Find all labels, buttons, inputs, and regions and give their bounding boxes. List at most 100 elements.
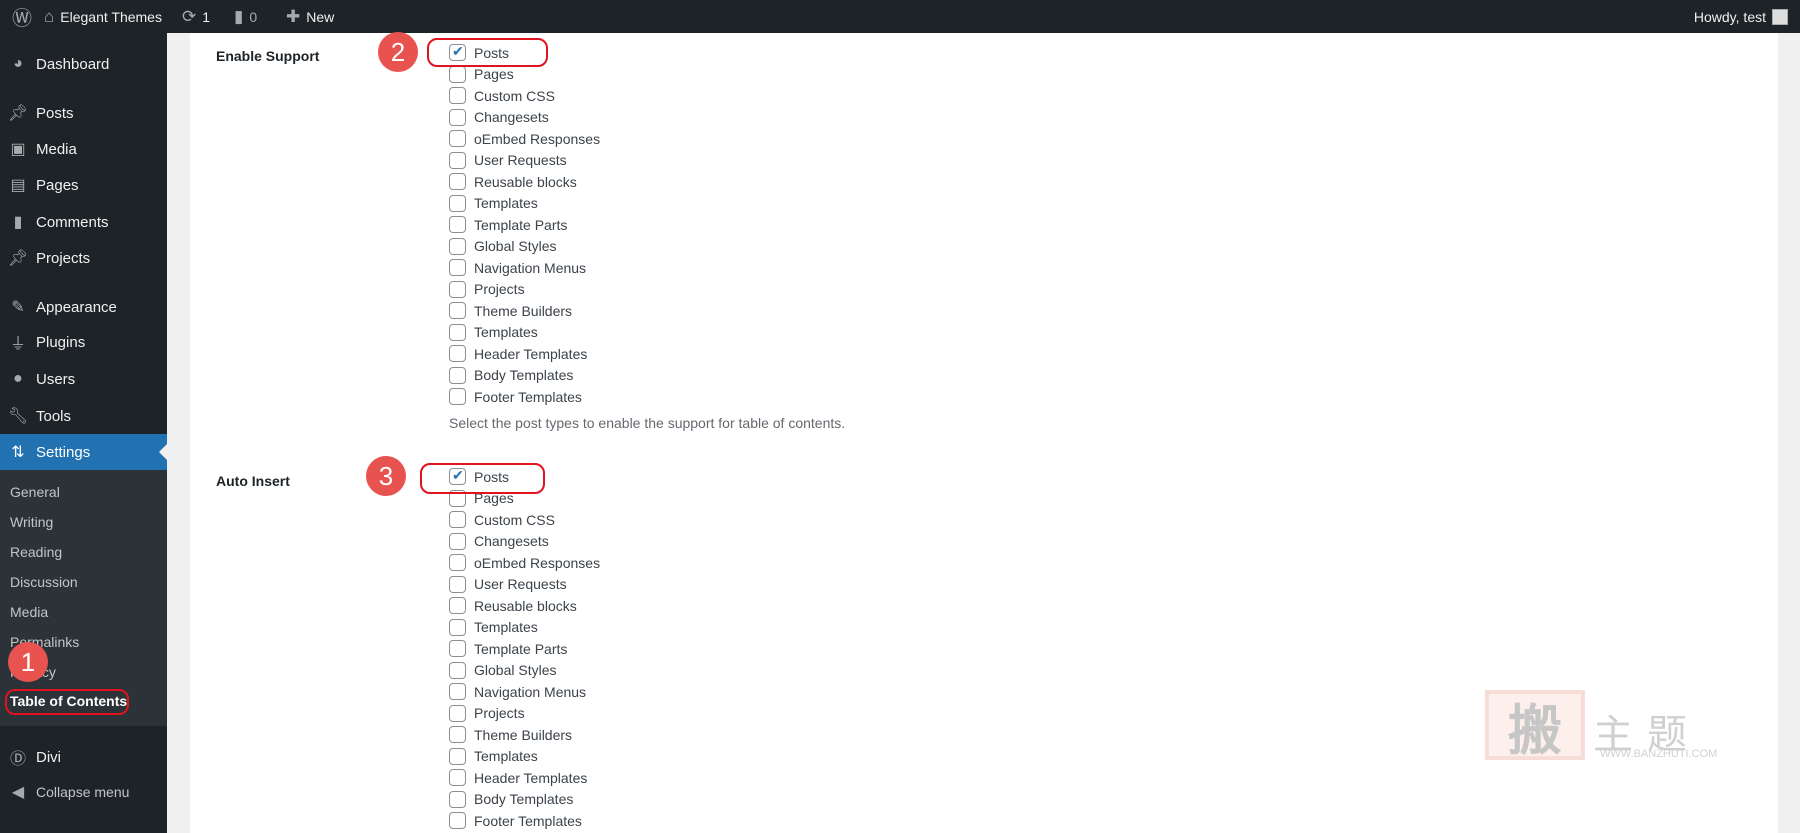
checkbox-enable-support-reusable-blocks[interactable]: Reusable blocks [449, 173, 577, 190]
checkbox-enable-support-footer-templates[interactable]: Footer Templates [449, 388, 582, 405]
checkbox-auto-insert-template-parts[interactable]: Template Parts [449, 640, 567, 657]
sidebar-item-media[interactable]: ▣ Media [0, 131, 167, 167]
checkbox-box[interactable] [449, 812, 466, 829]
checkbox-box[interactable] [449, 302, 466, 319]
checkbox-auto-insert-global-styles[interactable]: Global Styles [449, 661, 556, 679]
checkbox-auto-insert-footer-templates[interactable]: Footer Templates [449, 812, 582, 829]
checkbox-label: Header Templates [474, 769, 588, 786]
submenu-media[interactable]: Media [10, 604, 48, 620]
submenu-general[interactable]: General [10, 484, 60, 500]
submenu-reading[interactable]: Reading [10, 544, 62, 560]
checkbox-box[interactable] [449, 216, 466, 233]
checkbox-auto-insert-templates[interactable]: Templates [449, 618, 538, 636]
checkbox-enable-support-template-parts[interactable]: Template Parts [449, 216, 567, 233]
checkbox-box[interactable] [449, 554, 466, 571]
account-menu[interactable]: Howdy, test [1694, 0, 1788, 33]
wordpress-logo-icon[interactable]: Ⓦ [12, 0, 32, 33]
sidebar-item-users[interactable]: ● Users [0, 361, 167, 397]
updates-link[interactable]: ⟳ 1 [182, 0, 210, 33]
avatar [1772, 8, 1788, 25]
checkbox-auto-insert-theme-builders[interactable]: Theme Builders [449, 726, 572, 743]
checkbox-box[interactable] [449, 511, 466, 528]
submenu-writing[interactable]: Writing [10, 514, 53, 530]
checkbox-box[interactable] [449, 618, 466, 636]
sidebar-item-comments[interactable]: ▮ Comments [0, 204, 167, 240]
checkbox-box[interactable] [449, 108, 466, 126]
new-content-link[interactable]: ✚ New [286, 0, 334, 33]
plus-icon: ✚ [286, 6, 301, 26]
checkbox-box[interactable] [449, 704, 466, 722]
checkbox-box[interactable] [449, 683, 466, 700]
checkbox-box[interactable] [449, 87, 466, 104]
checkbox-box[interactable] [449, 173, 466, 190]
checkbox-auto-insert-changesets[interactable]: Changesets [449, 532, 549, 550]
checkbox-auto-insert-navigation-menus[interactable]: Navigation Menus [449, 683, 586, 700]
checkbox-enable-support-header-templates[interactable]: Header Templates [449, 345, 587, 362]
site-name-link[interactable]: ⌂ Elegant Themes [44, 0, 162, 33]
checkbox-enable-support-body-templates[interactable]: Body Templates [449, 366, 573, 384]
sidebar-item-appearance[interactable]: ✎ Appearance [0, 289, 167, 325]
checkbox-auto-insert-templates[interactable]: Templates [449, 747, 538, 765]
checkbox-auto-insert-oembed-responses[interactable]: oEmbed Responses [449, 554, 600, 571]
checkbox-box[interactable] [449, 237, 466, 255]
sidebar-item-plugins[interactable]: ⏚ Plugins [0, 324, 167, 360]
sidebar-item-posts[interactable]: 📌︎ Posts [0, 95, 167, 131]
checkbox-box[interactable] [449, 769, 466, 786]
plugin-icon: ⏚ [9, 336, 26, 353]
checkbox-auto-insert-user-requests[interactable]: User Requests [449, 575, 567, 593]
checkbox-box[interactable] [449, 345, 466, 362]
checkbox-box[interactable] [449, 323, 466, 341]
sidebar-item-divi[interactable]: Ⓓ Divi [0, 739, 167, 775]
checkbox-auto-insert-reusable-blocks[interactable]: Reusable blocks [449, 597, 577, 614]
checkbox-box[interactable] [449, 640, 466, 657]
checkbox-auto-insert-custom-css[interactable]: Custom CSS [449, 511, 555, 528]
checkbox-box[interactable] [449, 65, 466, 83]
checkbox-label: Reusable blocks [474, 173, 577, 190]
settings-submenu: General Writing Reading Discussion Media… [0, 470, 167, 726]
user-icon: ● [13, 370, 23, 387]
enable-support-description: Select the post types to enable the supp… [449, 415, 846, 431]
checkbox-enable-support-changesets[interactable]: Changesets [449, 108, 549, 126]
checkbox-auto-insert-body-templates[interactable]: Body Templates [449, 790, 573, 808]
checkbox-box[interactable] [449, 151, 466, 169]
comment-icon: ▮ [234, 6, 244, 26]
watermark-url: WWW.BANZHUTI.COM [1600, 748, 1718, 760]
checkbox-enable-support-navigation-menus[interactable]: Navigation Menus [449, 259, 586, 276]
checkbox-box[interactable] [449, 747, 466, 765]
media-icon: ▣ [10, 141, 26, 158]
sidebar-item-tools[interactable]: 🔧︎ Tools [0, 398, 167, 434]
checkbox-enable-support-templates[interactable]: Templates [449, 323, 538, 341]
checkbox-enable-support-theme-builders[interactable]: Theme Builders [449, 302, 572, 319]
checkbox-enable-support-global-styles[interactable]: Global Styles [449, 237, 556, 255]
checkbox-box[interactable] [449, 790, 466, 808]
checkbox-box[interactable] [449, 259, 466, 276]
checkbox-enable-support-user-requests[interactable]: User Requests [449, 151, 567, 169]
checkbox-box[interactable] [449, 575, 466, 593]
checkbox-box[interactable] [449, 597, 466, 614]
sidebar-item-projects[interactable]: 📌︎ Projects [0, 240, 167, 276]
checkbox-enable-support-oembed-responses[interactable]: oEmbed Responses [449, 130, 600, 147]
checkbox-box[interactable] [449, 388, 466, 405]
checkbox-box[interactable] [449, 532, 466, 550]
submenu-discussion[interactable]: Discussion [10, 574, 78, 590]
checkbox-label: Changesets [474, 533, 549, 549]
checkbox-box[interactable] [449, 661, 466, 679]
wrench-icon: 🔧︎ [7, 408, 29, 425]
checkbox-box[interactable] [449, 366, 466, 384]
sidebar-item-dashboard[interactable]: ◕ Dashboard [0, 46, 167, 82]
checkbox-auto-insert-header-templates[interactable]: Header Templates [449, 769, 587, 786]
collapse-menu-button[interactable]: ◀ Collapse menu [0, 774, 167, 810]
checkbox-enable-support-custom-css[interactable]: Custom CSS [449, 87, 555, 104]
checkbox-box[interactable] [449, 726, 466, 743]
checkbox-box[interactable] [449, 130, 466, 147]
checkbox-enable-support-projects[interactable]: Projects [449, 280, 525, 298]
comments-link[interactable]: ▮ 0 [234, 0, 257, 33]
checkbox-enable-support-pages[interactable]: Pages [449, 65, 514, 83]
sidebar-item-settings[interactable]: ⇅ Settings [0, 434, 167, 470]
checkbox-box[interactable] [449, 280, 466, 298]
annotation-badge-1: 1 [8, 642, 48, 682]
checkbox-enable-support-templates[interactable]: Templates [449, 194, 538, 212]
checkbox-auto-insert-projects[interactable]: Projects [449, 704, 525, 722]
sidebar-item-pages[interactable]: ▤ Pages [0, 167, 167, 203]
checkbox-box[interactable] [449, 194, 466, 212]
